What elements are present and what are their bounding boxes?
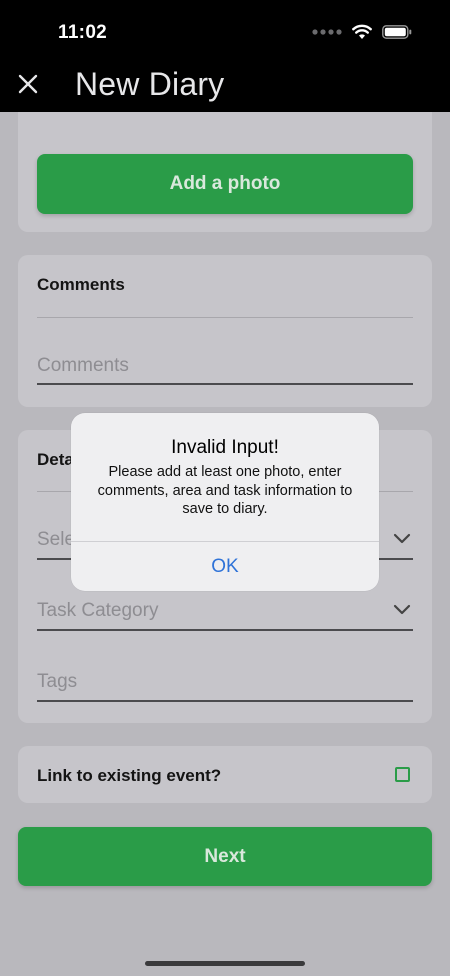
page-title: New Diary: [75, 66, 225, 102]
alert-dialog: Invalid Input! Please add at least one p…: [71, 413, 379, 591]
alert-title: Invalid Input!: [171, 437, 279, 458]
add-photo-button[interactable]: Add a photo: [37, 154, 413, 214]
comments-underline: [37, 383, 413, 385]
task-category-select[interactable]: Task Category: [37, 600, 158, 622]
battery-icon: [382, 25, 412, 39]
nav-bar: New Diary: [0, 66, 450, 112]
tags-input[interactable]: Tags: [37, 671, 77, 693]
tags-underline: [37, 700, 413, 702]
link-event-label: Link to existing event?: [37, 766, 222, 785]
next-button[interactable]: Next: [18, 827, 432, 886]
signal-dots-icon: [312, 29, 342, 35]
comments-heading: Comments: [37, 275, 125, 294]
details-heading: Deta: [37, 450, 74, 469]
alert-message: Please add at least one photo, enter com…: [97, 464, 353, 517]
status-bar: 11:02: [0, 0, 450, 66]
home-indicator: [145, 961, 305, 966]
wifi-icon: [352, 24, 372, 39]
comments-input[interactable]: Comments: [37, 355, 129, 377]
alert-ok-button[interactable]: OK: [71, 542, 379, 591]
link-event-checkbox[interactable]: [395, 767, 410, 782]
status-icons: [312, 24, 412, 40]
chevron-down-icon[interactable]: [393, 604, 411, 616]
chevron-down-icon[interactable]: [393, 533, 411, 545]
close-icon[interactable]: [14, 70, 42, 98]
area-select[interactable]: Sele: [37, 529, 75, 551]
task-category-underline: [37, 629, 413, 631]
status-time: 11:02: [58, 22, 108, 43]
divider: [37, 317, 413, 318]
